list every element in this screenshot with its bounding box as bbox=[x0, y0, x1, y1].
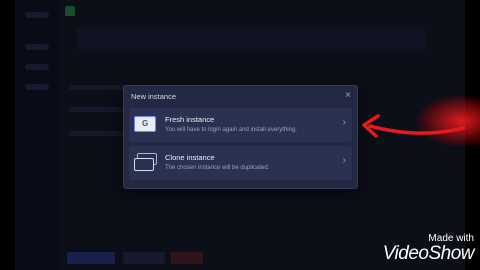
videoshow-watermark: Made with VideoShow bbox=[382, 233, 475, 264]
fresh-instance-option[interactable]: G Fresh instance You will have to login … bbox=[129, 108, 352, 142]
dialog-title: New instance bbox=[131, 92, 177, 101]
option-title: Clone instance bbox=[165, 153, 215, 162]
option-description: You will have to login again and install… bbox=[165, 127, 297, 133]
watermark-line2: VideoShow bbox=[382, 243, 475, 264]
new-instance-dialog: New instance × G Fresh instance You will… bbox=[123, 85, 358, 189]
chevron-right-icon: › bbox=[342, 155, 346, 166]
dialog-header: New instance × bbox=[124, 86, 357, 106]
option-title: Fresh instance bbox=[165, 115, 215, 124]
chevron-right-icon: › bbox=[342, 117, 346, 128]
letterbox-left bbox=[0, 0, 15, 270]
red-arrow-icon bbox=[362, 114, 465, 138]
clone-instance-icon bbox=[134, 153, 160, 173]
fresh-instance-icon: G bbox=[134, 115, 160, 135]
option-description: The chosen instance will be duplicated. bbox=[165, 165, 270, 171]
clone-instance-option[interactable]: Clone instance The chosen instance will … bbox=[129, 146, 352, 180]
close-icon[interactable]: × bbox=[345, 90, 351, 101]
